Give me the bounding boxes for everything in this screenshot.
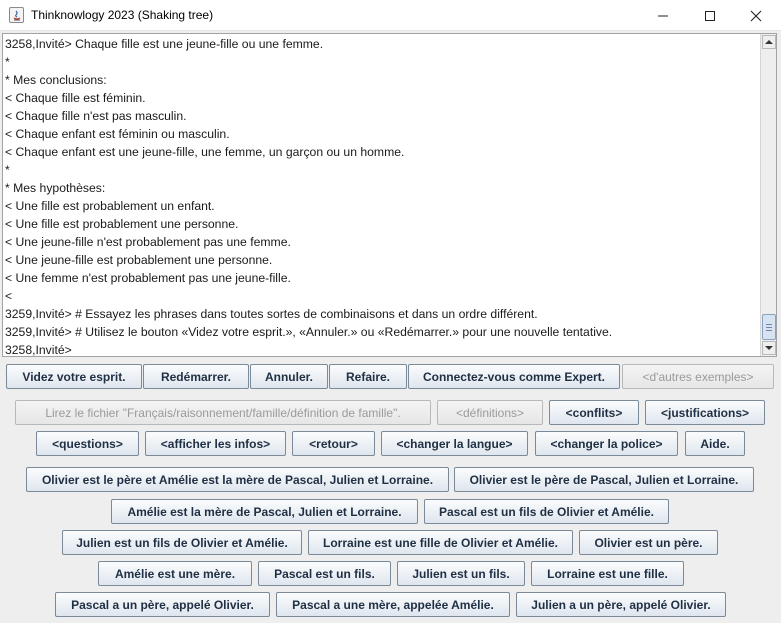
sentence-button[interactable]: Julien est un fils. <box>397 561 525 586</box>
undo-button[interactable]: Annuler. <box>250 364 328 389</box>
console-line: < Une fille est probablement une personn… <box>5 217 239 231</box>
back-button[interactable]: <retour> <box>292 431 375 456</box>
change-font-button[interactable]: <changer la police> <box>535 431 678 456</box>
minimize-icon <box>658 15 668 17</box>
console-output[interactable]: 3258,Invité> Chaque fille est une jeune-… <box>2 33 777 357</box>
sentence-button[interactable]: Pascal a une mère, appelée Amélie. <box>276 592 510 617</box>
sentence-button[interactable]: Lorraine est une fille. <box>531 561 684 586</box>
vertical-scrollbar[interactable] <box>760 34 776 356</box>
conflicts-button[interactable]: <conflits> <box>549 400 639 425</box>
justifications-button[interactable]: <justifications> <box>645 400 765 425</box>
scroll-up-button[interactable] <box>762 35 776 49</box>
console-lines: 3258,Invité> Chaque fille est une jeune-… <box>5 35 757 357</box>
close-icon <box>750 10 762 22</box>
scroll-down-button[interactable] <box>762 341 776 355</box>
sentence-button[interactable]: Pascal est un fils. <box>258 561 391 586</box>
help-button[interactable]: Aide. <box>685 431 745 456</box>
sentence-button[interactable]: Olivier est un père. <box>579 530 718 555</box>
close-button[interactable] <box>733 0 779 31</box>
console-line: * Mes conclusions: <box>5 73 107 87</box>
title-bar: Thinknowlogy 2023 (Shaking tree) <box>0 0 781 31</box>
console-line: < Chaque enfant est une jeune-fille, une… <box>5 145 405 159</box>
arrow-down-icon <box>765 346 773 350</box>
show-info-button[interactable]: <afficher les infos> <box>145 431 286 456</box>
console-line: 3259,Invité> # Utilisez le bouton «Videz… <box>5 325 613 339</box>
change-language-button[interactable]: <changer la langue> <box>381 431 528 456</box>
java-app-icon <box>9 7 24 23</box>
console-line: < Une fille est probablement un enfant. <box>5 199 215 213</box>
questions-button[interactable]: <questions> <box>36 431 139 456</box>
arrow-up-icon <box>765 40 773 44</box>
sentence-button[interactable]: Olivier est le père et Amélie est la mèr… <box>26 467 449 492</box>
sentence-button[interactable]: Amélie est la mère de Pascal, Julien et … <box>111 499 418 524</box>
maximize-icon <box>705 11 715 21</box>
console-line: * <box>5 55 10 69</box>
window-title: Thinknowlogy 2023 (Shaking tree) <box>31 8 214 22</box>
login-expert-button[interactable]: Connectez-vous comme Expert. <box>408 364 620 389</box>
console-line: < Une femme n'est probablement pas une j… <box>5 271 291 285</box>
console-line: * Mes hypothèses: <box>5 181 106 195</box>
sentence-button[interactable]: Pascal a un père, appelé Olivier. <box>55 592 270 617</box>
console-line: < <box>5 289 13 303</box>
sentence-button[interactable]: Pascal est un fils de Olivier et Amélie. <box>424 499 669 524</box>
clear-mind-button[interactable]: Videz votre esprit. <box>6 364 142 389</box>
console-line: 3258,Invité> Chaque fille est une jeune-… <box>5 37 324 51</box>
console-line: < Une jeune-fille est probablement une p… <box>5 253 273 267</box>
grip-line-icon <box>766 327 772 328</box>
sentence-button[interactable]: Olivier est le père de Pascal, Julien et… <box>454 467 754 492</box>
minimize-button[interactable] <box>640 0 686 31</box>
sentence-button[interactable]: Amélie est une mère. <box>98 561 252 586</box>
restart-button[interactable]: Redémarrer. <box>143 364 249 389</box>
console-line: 3259,Invité> # Essayez les phrases dans … <box>5 307 538 321</box>
grip-line-icon <box>766 330 772 331</box>
other-examples-button[interactable]: <d'autres exemples> <box>622 364 774 389</box>
console-line: < Chaque enfant est féminin ou masculin. <box>5 127 230 141</box>
grip-line-icon <box>766 324 772 325</box>
console-line: 3258,Invité> <box>5 343 72 357</box>
definitions-button[interactable]: <définitions> <box>437 400 543 425</box>
sentence-button[interactable]: Lorraine est une fille de Olivier et Amé… <box>308 530 573 555</box>
console-line: < Une jeune-fille n'est probablement pas… <box>5 235 291 249</box>
console-line: < Chaque fille n'est pas masculin. <box>5 109 187 123</box>
sentence-button[interactable]: Julien a un père, appelé Olivier. <box>516 592 726 617</box>
redo-button[interactable]: Refaire. <box>329 364 407 389</box>
console-line: < Chaque fille est féminin. <box>5 91 146 105</box>
console-line: * <box>5 163 10 177</box>
maximize-button[interactable] <box>687 0 733 31</box>
scrollbar-thumb[interactable] <box>762 314 776 340</box>
read-file-button[interactable]: Lirez le fichier "Français/raisonnement/… <box>15 400 431 425</box>
sentence-button[interactable]: Julien est un fils de Olivier et Amélie. <box>62 530 302 555</box>
